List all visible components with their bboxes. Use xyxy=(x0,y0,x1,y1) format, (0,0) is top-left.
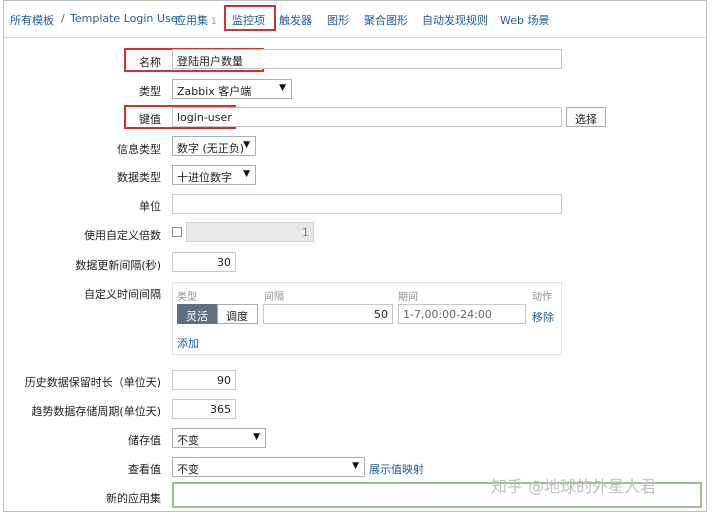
units-input[interactable] xyxy=(172,194,562,214)
store-value-select[interactable]: 不变 ▼ xyxy=(172,428,266,448)
top-navigation: 所有模板 / Template Login User 应用集 1 监控项 触发器 … xyxy=(4,1,706,38)
chevron-down-icon: ▼ xyxy=(243,140,250,150)
info-type-select-value: 数字 (无正负) xyxy=(177,142,245,155)
name-label: 名称 xyxy=(139,56,161,69)
tab-triggers[interactable]: 触发器 xyxy=(279,12,312,28)
tab-applications-label: 应用集 xyxy=(175,14,208,27)
tab-screens[interactable]: 聚合图形 xyxy=(364,12,408,28)
col-interval-header: 间隔 xyxy=(264,292,284,303)
multiplier-input: 1 xyxy=(186,222,314,242)
chevron-down-icon: ▼ xyxy=(243,169,250,179)
multiplier-label: 使用自定义倍数 xyxy=(84,229,161,242)
multiplier-checkbox[interactable] xyxy=(172,227,182,237)
type-label: 类型 xyxy=(139,85,161,98)
units-label: 单位 xyxy=(139,200,161,213)
data-type-select-value: 十进位数字 xyxy=(177,171,232,184)
chevron-down-icon: ▼ xyxy=(279,83,286,93)
flexible-toggle[interactable]: 灵活 xyxy=(177,304,217,324)
remove-interval-link[interactable]: 移除 xyxy=(532,309,554,325)
col-type-header: 类型 xyxy=(177,292,197,303)
chevron-down-icon: ▼ xyxy=(253,432,260,442)
chevron-down-icon: ▼ xyxy=(352,461,359,471)
type-select-value: Zabbix 客户端 xyxy=(177,85,252,98)
tab-applications[interactable]: 应用集 1 xyxy=(175,12,217,28)
col-action-header: 动作 xyxy=(532,292,552,303)
data-type-label: 数据类型 xyxy=(117,171,161,184)
interval-input[interactable]: 50 xyxy=(263,304,393,324)
show-value-label: 查看值 xyxy=(128,463,161,476)
period-input[interactable]: 1-7,00:00-24:00 xyxy=(398,304,526,324)
col-period-header: 期间 xyxy=(398,292,418,303)
breadcrumb-all-templates[interactable]: 所有模板 xyxy=(10,12,54,28)
value-mapping-link[interactable]: 展示值映射 xyxy=(369,461,424,477)
show-value-select[interactable]: 不变 ▼ xyxy=(172,457,365,477)
add-interval-link[interactable]: 添加 xyxy=(177,335,199,351)
key-input[interactable]: login-user xyxy=(172,107,562,127)
show-value-select-value: 不变 xyxy=(177,463,199,476)
page-frame: 所有模板 / Template Login User 应用集 1 监控项 触发器 … xyxy=(3,0,707,512)
history-label: 历史数据保留时长（单位天) xyxy=(24,376,161,389)
tab-items[interactable]: 监控项 xyxy=(232,12,265,28)
tab-web-scenarios[interactable]: Web 场景 xyxy=(500,12,549,28)
update-interval-input[interactable]: 30 xyxy=(172,252,236,272)
key-label: 键值 xyxy=(139,113,161,126)
scheduling-toggle[interactable]: 调度 xyxy=(217,304,258,324)
breadcrumb-separator: / xyxy=(61,12,65,25)
watermark-text: 知乎 @地球的外星人君 xyxy=(491,477,657,496)
custom-intervals-label: 自定义时间间隔 xyxy=(84,288,161,301)
new-application-label: 新的应用集 xyxy=(106,492,161,505)
trends-label: 趋势数据存储周期(单位天) xyxy=(31,405,161,418)
trends-input[interactable]: 365 xyxy=(172,399,236,419)
store-value-label: 储存值 xyxy=(128,434,161,447)
info-type-select[interactable]: 数字 (无正负) ▼ xyxy=(172,136,256,156)
name-input[interactable]: 登陆用户数量 xyxy=(172,49,562,69)
select-key-button[interactable]: 选择 xyxy=(566,107,606,127)
type-select[interactable]: Zabbix 客户端 ▼ xyxy=(172,79,292,99)
tab-graphs[interactable]: 图形 xyxy=(327,12,349,28)
history-input[interactable]: 90 xyxy=(172,370,236,390)
breadcrumb-template[interactable]: Template Login User xyxy=(70,12,182,25)
update-interval-label: 数据更新间隔(秒) xyxy=(75,259,161,272)
tab-applications-count: 1 xyxy=(211,17,217,27)
data-type-select[interactable]: 十进位数字 ▼ xyxy=(172,165,256,185)
tab-discovery-rules[interactable]: 自动发现规则 xyxy=(422,12,488,28)
store-value-select-value: 不变 xyxy=(177,434,199,447)
info-type-label: 信息类型 xyxy=(117,143,161,156)
